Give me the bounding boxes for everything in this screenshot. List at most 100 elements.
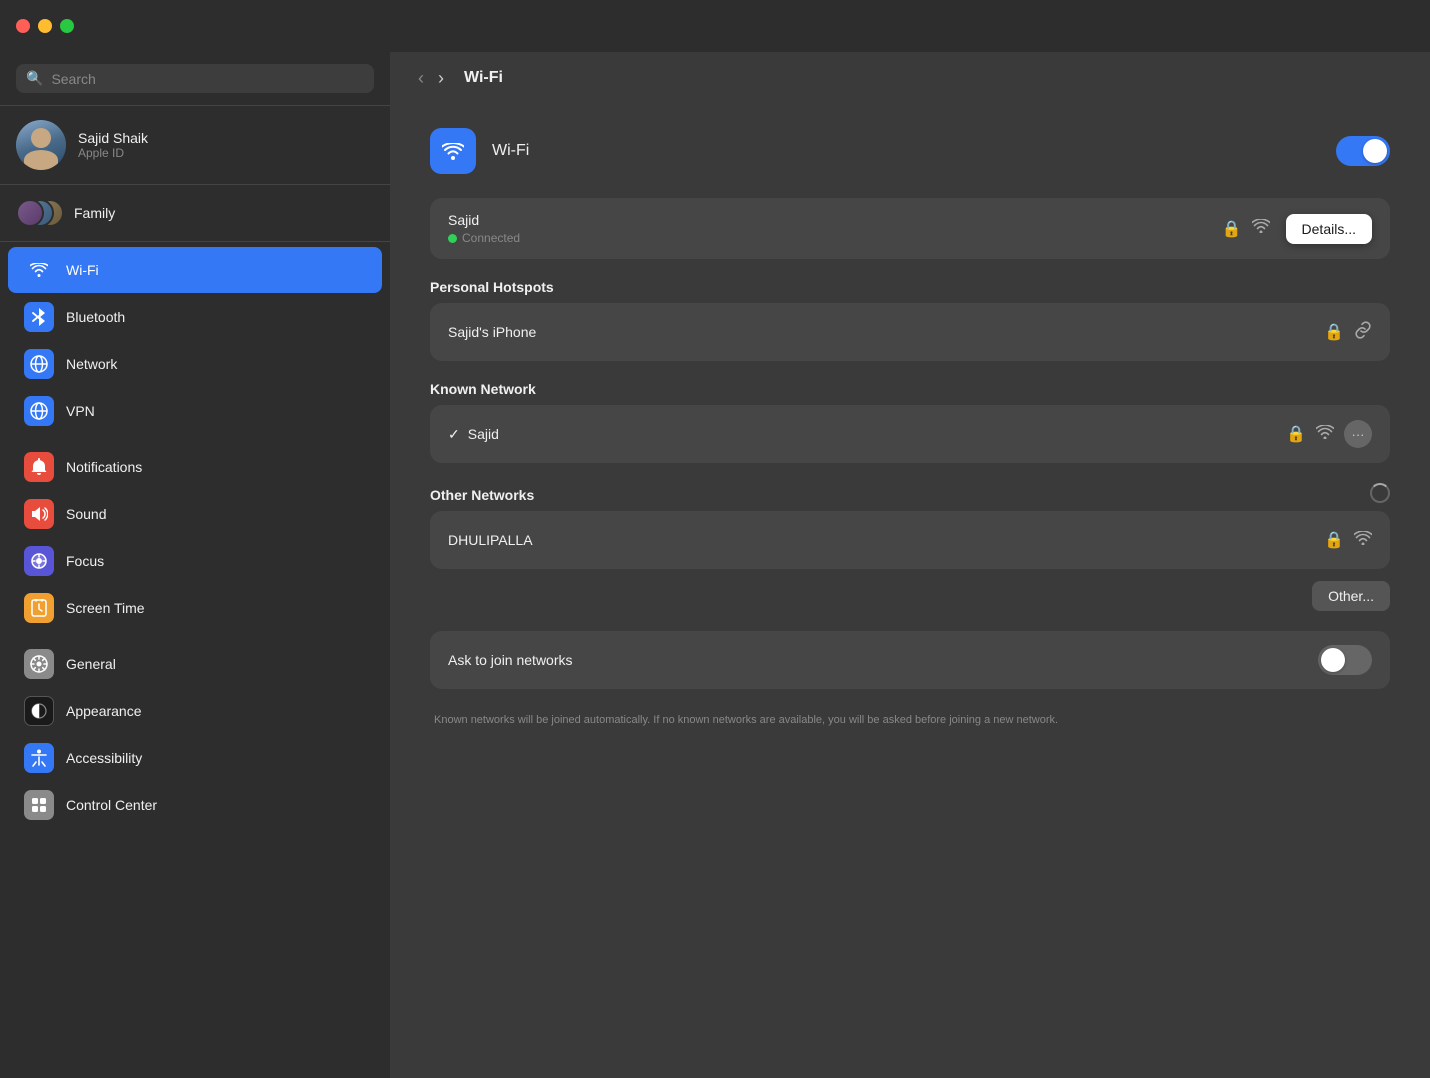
sidebar-item-appearance-label: Appearance — [66, 703, 142, 719]
sidebar-item-accessibility[interactable]: Accessibility — [8, 735, 382, 781]
family-avatar-1 — [16, 199, 44, 227]
traffic-lights — [16, 19, 74, 33]
wifi-toggle[interactable] — [1336, 136, 1390, 166]
ask-join-knob — [1321, 648, 1345, 672]
known-network-name: Sajid — [468, 426, 1286, 442]
ask-join-row: Ask to join networks — [430, 631, 1390, 689]
minimize-button[interactable] — [38, 19, 52, 33]
sidebar-item-bluetooth-label: Bluetooth — [66, 309, 125, 325]
other-network-button[interactable]: Other... — [1312, 581, 1390, 611]
hotspot-link-icon — [1354, 321, 1372, 344]
user-profile[interactable]: Sajid Shaik Apple ID — [0, 106, 390, 185]
family-label: Family — [74, 205, 115, 221]
connected-network-info: Sajid Connected — [448, 212, 1222, 245]
family-avatars — [16, 195, 62, 231]
sidebar-item-sound[interactable]: Sound — [8, 491, 382, 537]
focus-icon — [24, 546, 54, 576]
accessibility-icon — [24, 743, 54, 773]
known-network-label: Known Network — [430, 381, 1390, 397]
sidebar-item-screentime-label: Screen Time — [66, 600, 145, 616]
ask-join-card: Ask to join networks — [430, 631, 1390, 689]
sidebar-item-family[interactable]: Family — [0, 185, 390, 242]
wifi-signal-icon — [1252, 219, 1270, 238]
screentime-icon — [24, 593, 54, 623]
connected-dot — [448, 234, 457, 243]
sidebar-item-focus[interactable]: Focus — [8, 538, 382, 584]
sidebar-item-network[interactable]: Network — [8, 341, 382, 387]
avatar — [16, 120, 66, 170]
connected-badge: Connected — [448, 231, 1222, 245]
notifications-icon — [24, 452, 54, 482]
nav-section: Wi-Fi Bluetooth — [0, 242, 390, 833]
known-network-name-wrap: Sajid — [468, 426, 1286, 442]
user-subtitle: Apple ID — [78, 146, 148, 160]
dhulipalla-icons: 🔒 — [1324, 530, 1372, 550]
maximize-button[interactable] — [60, 19, 74, 33]
connected-network-row: Sajid Connected 🔒 — [430, 198, 1390, 259]
dhulipalla-name: DHULIPALLA — [448, 532, 1324, 548]
details-button[interactable]: Details... — [1286, 214, 1372, 244]
sidebar-item-controlcenter-label: Control Center — [66, 797, 157, 813]
known-network-row: ✓ Sajid 🔒 — [430, 405, 1390, 463]
search-container: 🔍 Search — [0, 52, 390, 106]
appearance-icon — [24, 696, 54, 726]
known-network-icons: 🔒 ··· — [1286, 420, 1372, 448]
connected-network-name: Sajid — [448, 212, 1222, 228]
sidebar-item-general[interactable]: General — [8, 641, 382, 687]
ask-join-description: Known networks will be joined automatica… — [430, 709, 1390, 728]
wifi-icon — [24, 255, 54, 285]
hotspot-lock-icon: 🔒 — [1324, 322, 1344, 342]
forward-arrow[interactable]: › — [434, 66, 448, 91]
known-lock-icon: 🔒 — [1286, 424, 1306, 444]
personal-hotspots-label: Personal Hotspots — [430, 279, 1390, 295]
page-title: Wi-Fi — [464, 69, 503, 87]
content-body: Wi-Fi Sajid Connected 🔒 — [390, 104, 1430, 1078]
sidebar-item-notifications[interactable]: Notifications — [8, 444, 382, 490]
connected-network-icons: 🔒 — [1222, 219, 1270, 239]
close-button[interactable] — [16, 19, 30, 33]
sidebar-item-network-label: Network — [66, 356, 117, 372]
dhulipalla-row[interactable]: DHULIPALLA 🔒 — [430, 511, 1390, 569]
sidebar-item-wifi-label: Wi-Fi — [66, 262, 99, 278]
hotspot-row: Sajid's iPhone 🔒 — [430, 303, 1390, 361]
known-network-card: ✓ Sajid 🔒 — [430, 405, 1390, 463]
wifi-toggle-label: Wi-Fi — [492, 142, 1320, 160]
more-button[interactable]: ··· — [1344, 420, 1372, 448]
other-networks-card: DHULIPALLA 🔒 — [430, 511, 1390, 569]
sidebar-item-sound-label: Sound — [66, 506, 106, 522]
user-info: Sajid Shaik Apple ID — [78, 130, 148, 160]
sidebar-item-focus-label: Focus — [66, 553, 104, 569]
toggle-knob — [1363, 139, 1387, 163]
sidebar-item-controlcenter[interactable]: Control Center — [8, 782, 382, 828]
back-arrow[interactable]: ‹ — [414, 66, 428, 91]
sidebar-item-appearance[interactable]: Appearance — [8, 688, 382, 734]
sidebar-item-accessibility-label: Accessibility — [66, 750, 142, 766]
search-placeholder: Search — [51, 71, 95, 87]
sidebar-item-bluetooth[interactable]: Bluetooth — [8, 294, 382, 340]
sidebar-item-vpn-label: VPN — [66, 403, 95, 419]
sidebar-item-screentime[interactable]: Screen Time — [8, 585, 382, 631]
connected-network-card: Sajid Connected 🔒 — [430, 198, 1390, 259]
content-header: ‹ › Wi-Fi — [390, 52, 1430, 104]
dhulipalla-lock-icon: 🔒 — [1324, 530, 1344, 550]
sidebar-item-wifi[interactable]: Wi-Fi — [8, 247, 382, 293]
hotspot-name: Sajid's iPhone — [448, 324, 1324, 340]
sidebar-item-general-label: General — [66, 656, 116, 672]
search-icon: 🔍 — [26, 70, 43, 87]
bluetooth-icon — [24, 302, 54, 332]
main-layout: 🔍 Search Sajid Shaik Apple ID Family — [0, 52, 1430, 1078]
general-icon — [24, 649, 54, 679]
ask-join-toggle[interactable] — [1318, 645, 1372, 675]
known-wifi-icon — [1316, 425, 1334, 444]
hotspot-name-wrap: Sajid's iPhone — [448, 324, 1324, 340]
search-box[interactable]: 🔍 Search — [16, 64, 374, 93]
sidebar-item-vpn[interactable]: VPN — [8, 388, 382, 434]
other-networks-label: Other Networks — [430, 487, 1370, 503]
ask-join-info: Ask to join networks — [448, 652, 1318, 668]
connected-text: Connected — [462, 231, 520, 245]
dhulipalla-wifi-icon — [1354, 531, 1372, 550]
wifi-toggle-row: Wi-Fi — [430, 128, 1390, 174]
sound-icon — [24, 499, 54, 529]
loading-spinner — [1370, 483, 1390, 503]
content-area: ‹ › Wi-Fi Wi-Fi — [390, 52, 1430, 1078]
